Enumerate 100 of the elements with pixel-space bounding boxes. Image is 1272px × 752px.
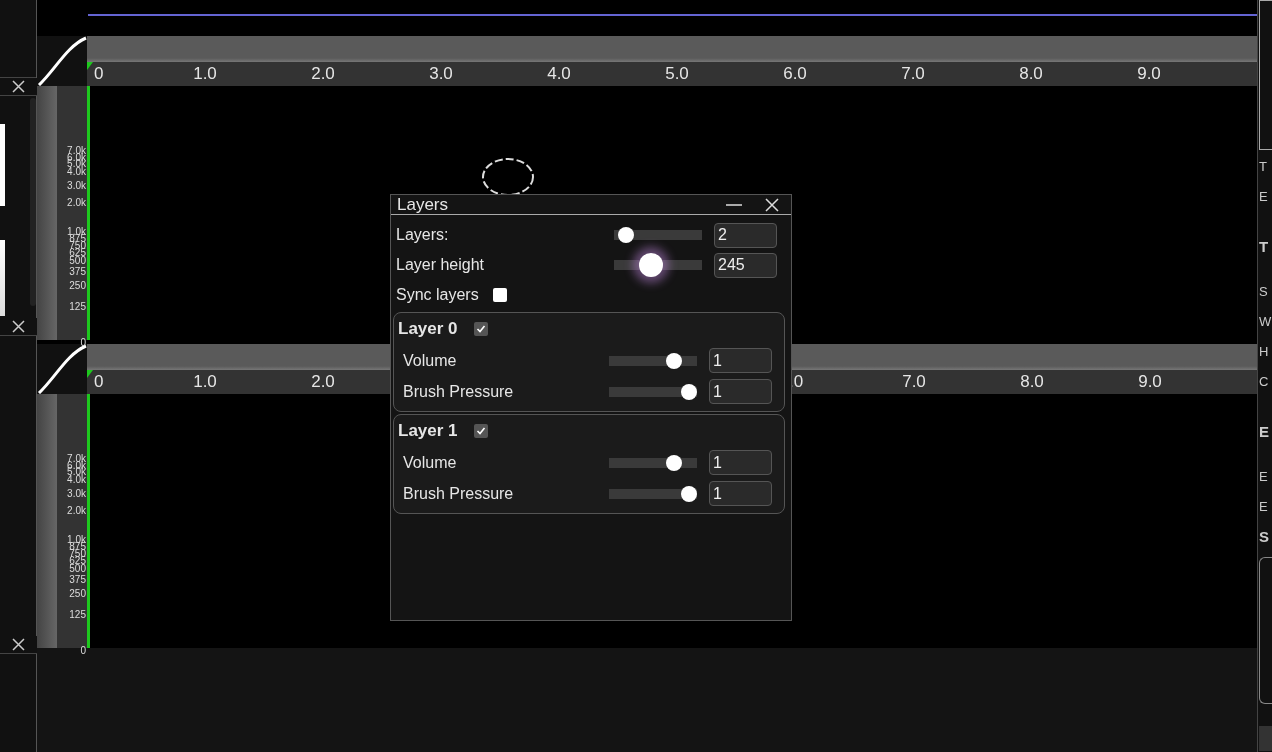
number-field[interactable]: 2 (714, 222, 777, 248)
frequency-label: 3.0k (67, 181, 86, 190)
slider-thumb[interactable] (681, 383, 697, 400)
panel-label: W (1259, 313, 1272, 331)
time-label: 9.0 (1137, 372, 1163, 392)
frequency-label: 125 (69, 610, 86, 619)
time-label: 0 (94, 64, 105, 84)
frequency-label: 4.0k (67, 167, 86, 176)
setting-label: Layers: (396, 226, 450, 244)
section-heading: E (1259, 422, 1270, 442)
frequency-label: 2.0k (67, 198, 86, 207)
panel-label: S (1259, 283, 1269, 301)
checkbox[interactable] (473, 424, 488, 438)
frequency-label: 250 (69, 281, 86, 290)
number-field[interactable]: 1 (709, 379, 772, 404)
frequency-label: 7.0k (67, 454, 86, 463)
slider[interactable] (609, 454, 697, 471)
time-label: 2.0 (310, 64, 336, 84)
panel-label: T (1259, 158, 1268, 176)
frequency-label: 375 (69, 267, 86, 276)
brush-cursor-icon (481, 157, 535, 197)
number-field[interactable]: 1 (709, 481, 772, 506)
frequency-label: 750 (69, 241, 86, 250)
frequency-label: 750 (69, 549, 86, 558)
number-field[interactable]: 245 (714, 252, 777, 278)
frequency-label: 7.0k (67, 146, 86, 155)
slider[interactable] (609, 485, 697, 502)
close-button[interactable] (0, 78, 37, 96)
frequency-label: 6.0k (67, 461, 86, 470)
time-label: 3.0 (428, 64, 454, 84)
slider-thumb[interactable] (665, 454, 682, 471)
close-button[interactable] (0, 636, 37, 654)
track-bar[interactable] (87, 36, 1257, 62)
panel-label: C (1259, 373, 1270, 391)
curve-icon[interactable] (37, 344, 87, 394)
close-icon (765, 197, 779, 212)
frequency-label: 1.0k (67, 535, 86, 544)
frequency-label: 0 (80, 646, 86, 655)
time-label: 1.0 (192, 372, 218, 392)
time-label: 7.0 (900, 64, 926, 84)
setting-label: Layer height (396, 256, 486, 274)
frequency-label: 5.0k (67, 467, 86, 476)
frequency-label: 3.0k (67, 489, 86, 498)
time-label: 8.0 (1019, 372, 1045, 392)
close-icon (12, 638, 25, 651)
frequency-label: 500 (69, 256, 86, 265)
checkbox[interactable] (473, 322, 488, 336)
frequency-label: 0 (80, 338, 86, 347)
time-label: 8.0 (1018, 64, 1044, 84)
frequency-label: 250 (69, 589, 86, 598)
slider[interactable] (614, 227, 702, 243)
slider-thumb[interactable] (681, 485, 697, 502)
close-button[interactable] (0, 318, 37, 336)
time-label: 6.0 (782, 64, 808, 84)
layer-title: Layer 1 (398, 421, 458, 441)
frequency-label: 6.0k (67, 153, 86, 162)
setting-label: Sync layers (396, 286, 479, 304)
slider-thumb[interactable] (618, 227, 635, 243)
time-label: 2.0 (310, 372, 336, 392)
section-heading: S (1259, 527, 1270, 547)
checkbox[interactable] (492, 288, 507, 302)
setting-label: Volume (403, 453, 458, 472)
frequency-label: 375 (69, 575, 86, 584)
slider-thumb[interactable] (638, 253, 663, 277)
setting-label: Brush Pressure (403, 382, 515, 401)
close-icon (12, 80, 25, 93)
frequency-label: 875 (69, 234, 86, 243)
slider-thumb[interactable] (665, 352, 682, 369)
slider[interactable] (609, 352, 697, 369)
number-field[interactable]: 1 (709, 450, 772, 475)
panel-label: E (1259, 468, 1269, 486)
panel-label: E (1259, 188, 1269, 206)
time-label: 0 (94, 372, 105, 392)
frequency-label: 875 (69, 542, 86, 551)
frequency-label: 5.0k (67, 159, 86, 168)
scrollbar[interactable] (30, 98, 36, 306)
time-label: 4.0 (546, 64, 572, 84)
slider[interactable] (609, 383, 697, 400)
panel-label: E (1259, 498, 1269, 516)
time-label: 5.0 (664, 64, 690, 84)
frequency-label: 500 (69, 564, 86, 573)
setting-label: Volume (403, 351, 458, 370)
frequency-label: 125 (69, 302, 86, 311)
frequency-label: 625 (69, 556, 86, 565)
time-label: 1.0 (192, 64, 218, 84)
frequency-label: 2.0k (67, 506, 86, 515)
dialog-title: Layers (397, 195, 450, 214)
curve-icon[interactable] (37, 36, 87, 86)
section-heading: T (1259, 237, 1270, 257)
number-field[interactable]: 1 (709, 348, 772, 373)
close-icon (12, 320, 25, 333)
frequency-label: 1.0k (67, 227, 86, 236)
time-label: 7.0 (901, 372, 927, 392)
time-label: 9.0 (1136, 64, 1162, 84)
frequency-label: 625 (69, 248, 86, 257)
panel-label: H (1259, 343, 1270, 361)
minimize-icon (726, 203, 742, 206)
frequency-label: 4.0k (67, 475, 86, 484)
layer-title: Layer 0 (398, 319, 458, 339)
setting-label: Brush Pressure (403, 484, 515, 503)
